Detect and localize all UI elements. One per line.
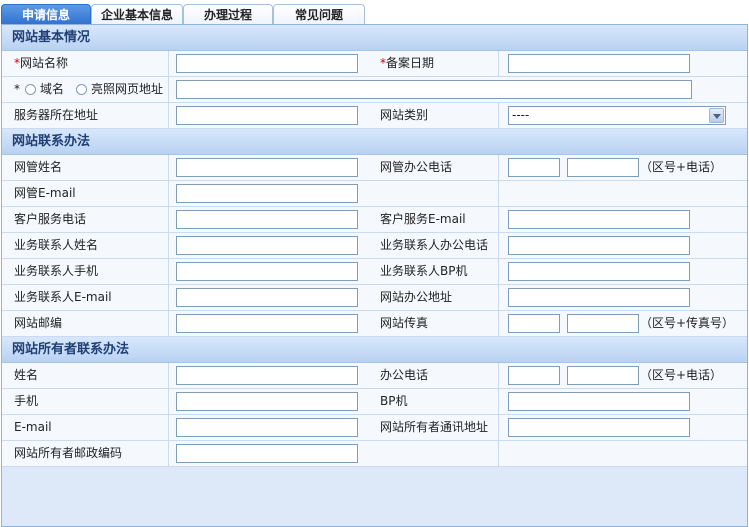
biz-office-phone-label: 业务联系人办公电话 [380, 238, 489, 252]
section-header-owner: 网站所有者联系办法 [2, 337, 747, 363]
owner-bp-input[interactable] [508, 392, 690, 411]
office-addr-label: 网站办公地址 [380, 290, 453, 304]
admin-phone-label: 网管办公电话 [380, 160, 453, 174]
biz-office-phone-input[interactable] [508, 236, 690, 255]
postcode-label: 网站邮编 [14, 316, 63, 330]
biz-email-label: 业务联系人E-mail [14, 290, 112, 304]
panel-footer-area [2, 467, 747, 526]
row-owner-postcode: 网站所有者邮政编码 [2, 441, 747, 467]
cs-email-input[interactable] [508, 210, 690, 229]
owner-phone-hint: （区号+电话） [640, 368, 723, 382]
domain-label: 域名 [40, 82, 65, 96]
fax-area-code-input[interactable] [508, 314, 560, 333]
owner-name-input[interactable] [176, 366, 358, 385]
tab-bar: 申请信息 企业基本信息 办理过程 常见问题 [0, 4, 749, 26]
row-site-name: *网站名称 *备案日期 [2, 51, 747, 77]
office-addr-input[interactable] [508, 288, 690, 307]
admin-name-label: 网管姓名 [14, 160, 63, 174]
fax-hint: （区号+传真号） [640, 316, 735, 330]
server-addr-input[interactable] [176, 106, 358, 125]
owner-email-label: E-mail [14, 420, 52, 434]
owner-mobile-input[interactable] [176, 392, 358, 411]
owner-postcode-input[interactable] [176, 444, 358, 463]
photo-addr-radio[interactable] [76, 84, 87, 95]
site-type-select[interactable]: ---- [508, 106, 726, 125]
tab-process[interactable]: 办理过程 [183, 4, 273, 25]
row-biz-name: 业务联系人姓名 业务联系人办公电话 [2, 233, 747, 259]
biz-mobile-label: 业务联系人手机 [14, 264, 99, 278]
biz-name-label: 业务联系人姓名 [14, 238, 99, 252]
tab-faq[interactable]: 常见问题 [273, 4, 365, 25]
row-cs: 客户服务电话 客户服务E-mail [2, 207, 747, 233]
admin-phone-input[interactable] [567, 158, 639, 177]
row-biz-mobile: 业务联系人手机 业务联系人BP机 [2, 259, 747, 285]
site-type-value: ---- [512, 108, 530, 122]
row-owner-email: E-mail 网站所有者通讯地址 [2, 415, 747, 441]
biz-email-input[interactable] [176, 288, 358, 307]
section-header-contact: 网站联系办法 [2, 129, 747, 155]
record-date-input[interactable] [508, 54, 690, 73]
row-owner-name: 姓名 办公电话 （区号+电话） [2, 363, 747, 389]
tab-application-info[interactable]: 申请信息 [1, 4, 91, 26]
photo-addr-label: 亮照网页地址 [91, 82, 164, 96]
chevron-down-icon[interactable] [709, 108, 724, 123]
biz-bp-input[interactable] [508, 262, 690, 281]
owner-bp-label: BP机 [380, 394, 408, 408]
owner-phone-input[interactable] [567, 366, 639, 385]
admin-email-input[interactable] [176, 184, 358, 203]
owner-area-code-input[interactable] [508, 366, 560, 385]
server-addr-label: 服务器所在地址 [14, 108, 99, 122]
tab-company-info[interactable]: 企业基本信息 [91, 4, 183, 25]
row-admin: 网管姓名 网管办公电话 （区号+电话） [2, 155, 747, 181]
form-panel: 网站基本情况 *网站名称 *备案日期 * 域名 亮照网页地址 服务器所在地址 网… [1, 24, 748, 527]
owner-mail-addr-label: 网站所有者通讯地址 [380, 420, 489, 434]
fax-label: 网站传真 [380, 316, 429, 330]
biz-name-input[interactable] [176, 236, 358, 255]
cs-phone-input[interactable] [176, 210, 358, 229]
site-type-label: 网站类别 [380, 108, 429, 122]
postcode-input[interactable] [176, 314, 358, 333]
admin-name-input[interactable] [176, 158, 358, 177]
row-biz-email: 业务联系人E-mail 网站办公地址 [2, 285, 747, 311]
owner-mobile-label: 手机 [14, 394, 39, 408]
owner-postcode-label: 网站所有者邮政编码 [14, 446, 123, 460]
admin-area-code-input[interactable] [508, 158, 560, 177]
row-domain: * 域名 亮照网页地址 [2, 77, 747, 103]
admin-email-label: 网管E-mail [14, 186, 76, 200]
cs-email-label: 客户服务E-mail [380, 212, 466, 226]
site-name-label: 网站名称 [20, 56, 69, 70]
biz-bp-label: 业务联系人BP机 [380, 264, 468, 278]
row-owner-mobile: 手机 BP机 [2, 389, 747, 415]
row-server-addr: 服务器所在地址 网站类别 ---- [2, 103, 747, 129]
owner-office-phone-label: 办公电话 [380, 368, 429, 382]
domain-radio[interactable] [25, 84, 36, 95]
record-date-label: 备案日期 [386, 56, 435, 70]
admin-phone-hint: （区号+电话） [640, 160, 723, 174]
required-mark: * [14, 82, 20, 96]
site-name-input[interactable] [176, 54, 358, 73]
owner-email-input[interactable] [176, 418, 358, 437]
domain-input[interactable] [176, 80, 692, 99]
biz-mobile-input[interactable] [176, 262, 358, 281]
fax-number-input[interactable] [567, 314, 639, 333]
row-postcode-fax: 网站邮编 网站传真 （区号+传真号） [2, 311, 747, 337]
owner-name-label: 姓名 [14, 368, 39, 382]
owner-mail-addr-input[interactable] [508, 418, 690, 437]
cs-phone-label: 客户服务电话 [14, 212, 87, 226]
section-header-basic: 网站基本情况 [2, 25, 747, 51]
row-admin-email: 网管E-mail [2, 181, 747, 207]
